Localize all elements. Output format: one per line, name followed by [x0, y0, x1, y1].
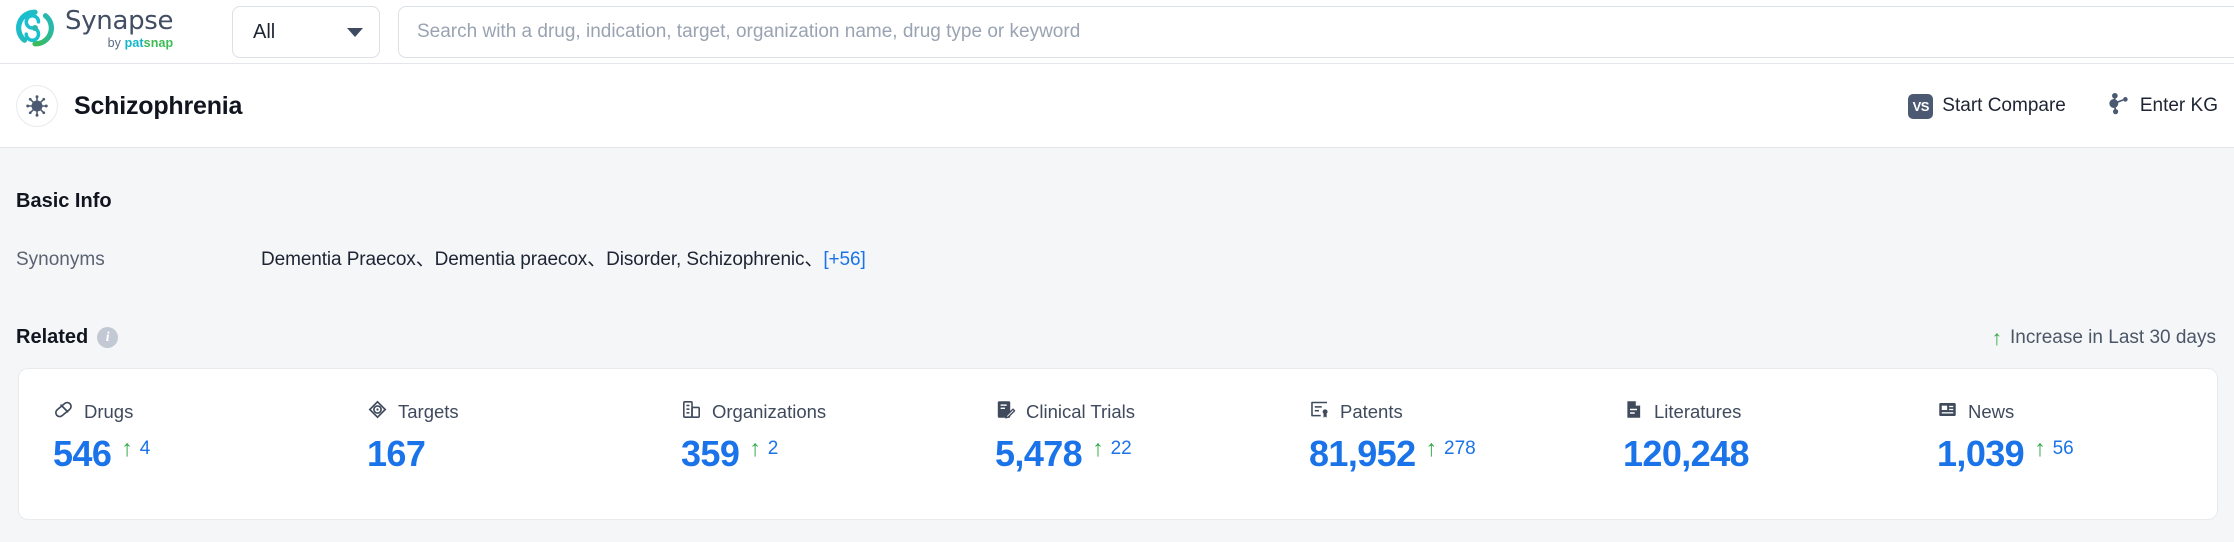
stat-delta: ↑ 56 — [2034, 435, 2074, 461]
page-root: Synapse by patsnap All — [0, 0, 2234, 542]
clinical-trial-icon — [995, 399, 1016, 425]
stat-delta: ↑ 278 — [1426, 435, 1476, 461]
stat-label: Drugs — [84, 401, 133, 423]
stat-value-row: 359 ↑ 2 — [681, 435, 961, 473]
increase-legend-label: Increase in Last 30 days — [2010, 327, 2216, 349]
stat-card-header: Targets — [367, 399, 647, 425]
stat-delta-value: 4 — [140, 437, 151, 461]
stat-card-clinical-trials[interactable]: Clinical Trials 5,478 ↑ 22 — [961, 369, 1275, 473]
stat-value: 5,478 — [995, 435, 1082, 473]
patent-icon — [1309, 399, 1330, 425]
chevron-down-icon — [347, 28, 363, 37]
stat-delta: ↑ 4 — [121, 435, 150, 461]
up-arrow-icon: ↑ — [1092, 437, 1104, 460]
news-icon — [1937, 399, 1958, 425]
brand-name: Synapse — [65, 8, 173, 34]
stat-delta — [435, 435, 442, 437]
related-heading: Related — [16, 326, 88, 349]
pill-icon — [53, 399, 74, 425]
search-scope-dropdown[interactable]: All — [232, 6, 380, 58]
stat-value-row: 5,478 ↑ 22 — [995, 435, 1275, 473]
entity-header-actions: VS Start Compare — [1908, 64, 2218, 148]
building-icon — [681, 399, 702, 425]
up-arrow-icon: ↑ — [1992, 328, 2003, 349]
search-scope-value: All — [253, 21, 275, 44]
synonyms-text: Dementia Praecox、Dementia praecox、Disord… — [261, 249, 823, 270]
global-search-box[interactable] — [398, 6, 2234, 58]
stat-label: Literatures — [1654, 401, 1741, 423]
stat-value: 546 — [53, 435, 111, 473]
stat-value-row: 81,952 ↑ 278 — [1309, 435, 1589, 473]
related-stats-container: Drugs 546 ↑ 4 Targets — [18, 368, 2218, 520]
brand-tagline: by patsnap — [108, 37, 174, 50]
stat-delta: ↑ 22 — [1092, 435, 1132, 461]
enter-kg-label: Enter KG — [2140, 95, 2218, 117]
stat-card-drugs[interactable]: Drugs 546 ↑ 4 — [19, 369, 333, 473]
virus-icon — [16, 85, 58, 127]
stat-label: News — [1968, 401, 2014, 423]
stat-card-news[interactable]: News 1,039 ↑ 56 — [1903, 369, 2217, 473]
up-arrow-icon: ↑ — [749, 437, 761, 460]
synonyms-row: Synonyms Dementia Praecox、Dementia praec… — [16, 244, 2016, 271]
stat-card-literatures[interactable]: Literatures 120,248 — [1589, 369, 1903, 473]
page-title: Schizophrenia — [74, 92, 242, 121]
stat-delta — [1759, 435, 1766, 437]
synapse-logo-icon — [14, 7, 56, 49]
synonyms-more-link[interactable]: [+56] — [823, 249, 865, 270]
stat-label: Clinical Trials — [1026, 401, 1135, 423]
related-heading-group: Related i — [16, 326, 118, 349]
synonyms-value: Dementia Praecox、Dementia praecox、Disord… — [261, 244, 866, 271]
stat-card-header: Drugs — [53, 399, 333, 425]
stat-card-patents[interactable]: Patents 81,952 ↑ 278 — [1275, 369, 1589, 473]
stat-value-row: 167 — [367, 435, 647, 473]
stat-delta-value: 2 — [768, 437, 779, 461]
stat-value-row: 1,039 ↑ 56 — [1937, 435, 2217, 473]
stat-value: 167 — [367, 435, 425, 473]
stat-card-header: Literatures — [1623, 399, 1903, 425]
brand-logo[interactable]: Synapse by patsnap — [14, 6, 173, 50]
info-icon[interactable]: i — [97, 327, 118, 348]
start-compare-button[interactable]: VS Start Compare — [1908, 94, 2066, 119]
up-arrow-icon: ↑ — [2034, 437, 2046, 460]
increase-legend: ↑ Increase in Last 30 days — [1992, 327, 2216, 349]
stat-value-row: 120,248 — [1623, 435, 1903, 473]
brand-wordmark: Synapse by patsnap — [65, 6, 173, 50]
stat-delta-value: 278 — [1444, 437, 1476, 461]
stat-label: Organizations — [712, 401, 826, 423]
document-icon — [1623, 399, 1644, 425]
basic-info-heading: Basic Info — [16, 190, 112, 213]
stat-card-header: Patents — [1309, 399, 1589, 425]
target-icon — [367, 399, 388, 425]
stat-value: 81,952 — [1309, 435, 1416, 473]
stat-card-targets[interactable]: Targets 167 — [333, 369, 647, 473]
knowledge-graph-icon — [2106, 91, 2131, 122]
stat-card-header: Organizations — [681, 399, 961, 425]
entity-header-bar: Schizophrenia VS Start Compare — [0, 64, 2234, 148]
up-arrow-icon: ↑ — [121, 437, 133, 460]
search-input[interactable] — [417, 7, 2234, 57]
stat-value-row: 546 ↑ 4 — [53, 435, 333, 473]
stat-label: Patents — [1340, 401, 1403, 423]
entity-identity: Schizophrenia — [16, 64, 242, 148]
stat-value: 1,039 — [1937, 435, 2024, 473]
stat-delta: ↑ 2 — [749, 435, 778, 461]
stat-value: 359 — [681, 435, 739, 473]
stat-card-header: Clinical Trials — [995, 399, 1275, 425]
up-arrow-icon: ↑ — [1426, 437, 1438, 460]
stat-delta-value: 22 — [1111, 437, 1132, 461]
stat-delta-value: 56 — [2053, 437, 2074, 461]
stat-label: Targets — [398, 401, 459, 423]
vs-badge-icon: VS — [1908, 94, 1933, 119]
enter-kg-button[interactable]: Enter KG — [2106, 91, 2218, 122]
stat-card-header: News — [1937, 399, 2217, 425]
stat-card-organizations[interactable]: Organizations 359 ↑ 2 — [647, 369, 961, 473]
top-navigation-bar: Synapse by patsnap All — [0, 0, 2234, 64]
start-compare-label: Start Compare — [1942, 95, 2066, 117]
stat-value: 120,248 — [1623, 435, 1749, 473]
synonyms-label: Synonyms — [16, 249, 261, 271]
